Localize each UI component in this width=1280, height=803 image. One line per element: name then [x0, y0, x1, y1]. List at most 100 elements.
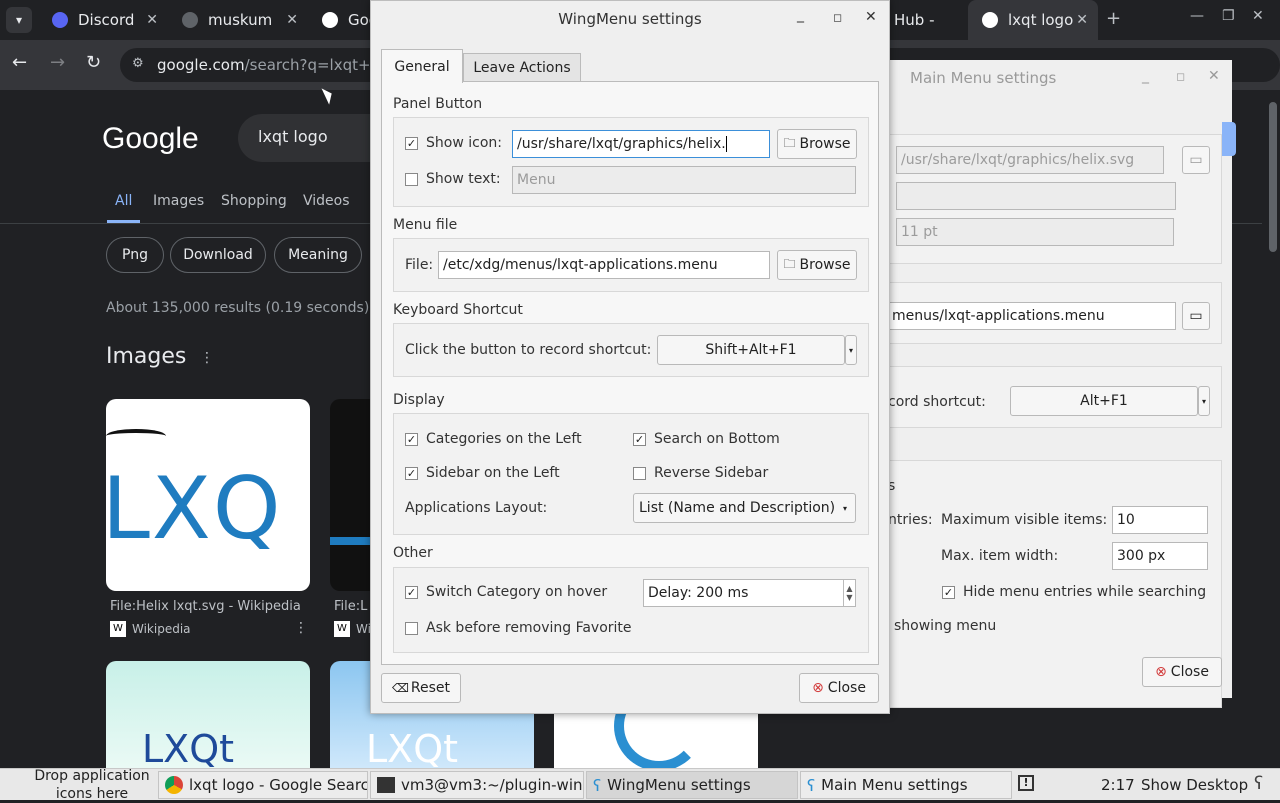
taskbar-item-wingmenu[interactable]: ʕ WingMenu settings: [586, 771, 798, 799]
show-text-checkbox[interactable]: Show text:: [405, 171, 501, 187]
chip-download[interactable]: Download: [170, 237, 266, 273]
page-scrollbar[interactable]: [1266, 90, 1280, 768]
panel-text-field: Menu: [512, 166, 856, 194]
taskbar-item-chrome[interactable]: lxqt logo - Google Searc...: [158, 771, 368, 799]
minimize-icon[interactable]: _: [797, 7, 804, 23]
shortcut-label: Click the button to record shortcut:: [405, 342, 652, 358]
checkbox-checked[interactable]: ✓: [942, 585, 955, 599]
browser-tab-muskum[interactable]: muskum ✕: [168, 0, 308, 40]
minimize-browser-icon[interactable]: —: [1190, 8, 1204, 24]
show-desktop-button[interactable]: Show Desktop: [1141, 776, 1248, 794]
close-icon[interactable]: ✕: [865, 9, 877, 25]
terminal-icon: [377, 777, 395, 793]
taskbar-item-terminal[interactable]: vm3@vm3:~/plugin-wing...: [370, 771, 584, 799]
more-options-icon[interactable]: ⋮: [200, 350, 214, 366]
browser-tab-google[interactable]: Goo: [308, 0, 378, 40]
layout-select[interactable]: List (Name and Description) ▾: [633, 493, 856, 523]
tab-all[interactable]: All: [115, 193, 132, 209]
shortcut-button[interactable]: Shift+Alt+F1: [657, 335, 845, 365]
max-width-spinbox[interactable]: 300 px: [1112, 542, 1208, 570]
icon-path-field[interactable]: /usr/share/lxqt/graphics/helix.: [512, 130, 770, 158]
google-logo[interactable]: Google: [102, 122, 199, 156]
more-options-icon[interactable]: ⋮: [294, 620, 308, 636]
image-result-caption[interactable]: File:Helix lxqt.svg - Wikipedia: [110, 599, 301, 614]
tab-leave-actions[interactable]: Leave Actions: [463, 53, 581, 82]
text-field: [896, 182, 1176, 210]
sidebar-left-checkbox[interactable]: ✓ Sidebar on the Left: [405, 465, 560, 481]
clock[interactable]: 2:17: [1101, 776, 1135, 794]
other-heading: Other: [393, 545, 433, 561]
scrollbar-thumb[interactable]: [1269, 102, 1277, 252]
lxqt-tray-icon[interactable]: ʕ: [1254, 773, 1263, 794]
browser-tab-hub[interactable]: Hub -: [880, 0, 968, 40]
image-result-thumbnail[interactable]: LXQ: [106, 399, 310, 591]
maximize-icon[interactable]: ◻: [1176, 70, 1185, 83]
discord-icon: [52, 12, 68, 28]
tab-images[interactable]: Images: [153, 193, 204, 209]
close-tab-icon[interactable]: ✕: [1076, 12, 1088, 28]
close-browser-icon[interactable]: ✕: [1252, 8, 1264, 24]
image-result-caption[interactable]: File:L: [334, 599, 367, 614]
spin-arrows[interactable]: ▲ ▼: [843, 580, 855, 606]
shortcut-button[interactable]: Alt+F1: [1010, 386, 1198, 416]
back-icon[interactable]: ←: [12, 52, 27, 73]
checkbox-checked[interactable]: ✓: [405, 432, 418, 446]
tab-shopping[interactable]: Shopping: [221, 193, 287, 209]
new-tab-button[interactable]: +: [1106, 8, 1121, 29]
close-button[interactable]: ⊗ Close: [1142, 657, 1222, 687]
title-bar[interactable]: WingMenu settings: [371, 1, 889, 37]
delay-spinbox[interactable]: Delay: 200 ms ▲ ▼: [643, 579, 856, 607]
ask-remove-checkbox[interactable]: Ask before removing Favorite: [405, 620, 632, 636]
entries-label: ntries:: [888, 512, 933, 528]
shortcut-dropdown[interactable]: ▾: [1198, 386, 1210, 416]
close-icon[interactable]: ✕: [1208, 68, 1220, 84]
checkbox-checked[interactable]: ✓: [405, 466, 418, 480]
maximize-icon[interactable]: ◻: [833, 11, 842, 24]
image-result-thumbnail[interactable]: LXQt: [106, 661, 310, 768]
browse-menu-file-button[interactable]: 🗀 Browse: [777, 250, 857, 280]
shortcut-heading: Keyboard Shortcut: [393, 302, 523, 318]
restore-browser-icon[interactable]: ❐: [1222, 8, 1235, 24]
globe-icon: [182, 12, 198, 28]
forward-icon[interactable]: →: [50, 52, 65, 73]
minimize-icon[interactable]: _: [1142, 68, 1149, 84]
image-result-thumbnail[interactable]: [330, 399, 370, 591]
image-result-source: Wikipedia: [132, 622, 191, 636]
max-visible-spinbox[interactable]: 10: [1112, 506, 1208, 534]
menu-file-field[interactable]: menus/lxqt-applications.menu: [888, 302, 1176, 330]
checkbox-unchecked[interactable]: [405, 621, 418, 635]
site-info-icon[interactable]: ⚙: [132, 56, 144, 71]
taskbar-item-main-menu[interactable]: ʕ Main Menu settings: [800, 771, 1012, 799]
checkbox-checked[interactable]: ✓: [633, 432, 646, 446]
close-tab-icon[interactable]: ✕: [286, 12, 298, 28]
checkbox-unchecked[interactable]: [405, 172, 418, 186]
menu-file-field[interactable]: /etc/xdg/menus/lxqt-applications.menu: [438, 251, 770, 279]
search-bottom-checkbox[interactable]: ✓ Search on Bottom: [633, 431, 780, 447]
menu-file-heading: Menu file: [393, 217, 458, 233]
browser-tab-discord[interactable]: Discord ✕: [38, 0, 168, 40]
folder-icon: ▭: [1189, 308, 1203, 324]
chip-meaning[interactable]: Meaning: [274, 237, 362, 273]
browse-menu-file-button[interactable]: ▭: [1182, 302, 1210, 330]
results-stats: About 135,000 results (0.19 seconds): [106, 300, 370, 316]
checkbox-checked[interactable]: ✓: [405, 136, 418, 150]
reset-button[interactable]: ⌫ Reset: [381, 673, 461, 703]
browser-tab-lxqt-logo[interactable]: lxqt logo ✕: [968, 0, 1098, 40]
notification-icon[interactable]: !: [1018, 775, 1034, 791]
close-tab-icon[interactable]: ✕: [146, 12, 158, 28]
close-button[interactable]: ⊗ Close: [799, 673, 879, 703]
tab-general[interactable]: General: [381, 49, 463, 83]
reverse-sidebar-checkbox[interactable]: Reverse Sidebar: [633, 465, 768, 481]
categories-left-checkbox[interactable]: ✓ Categories on the Left: [405, 431, 582, 447]
chip-png[interactable]: Png: [106, 237, 164, 273]
switch-hover-checkbox[interactable]: ✓ Switch Category on hover: [405, 584, 607, 600]
tab-search-button[interactable]: ▾: [6, 7, 32, 33]
checkbox-checked[interactable]: ✓: [405, 585, 418, 599]
shortcut-dropdown[interactable]: ▾: [845, 335, 857, 365]
hide-entries-checkbox[interactable]: ✓ Hide menu entries while searching: [942, 584, 1206, 600]
show-icon-checkbox[interactable]: ✓ Show icon:: [405, 135, 502, 151]
tab-videos[interactable]: Videos: [303, 193, 350, 209]
reload-icon[interactable]: ↻: [86, 52, 101, 73]
checkbox-unchecked[interactable]: [633, 466, 646, 480]
browse-icon-button[interactable]: 🗀 Browse: [777, 129, 857, 159]
